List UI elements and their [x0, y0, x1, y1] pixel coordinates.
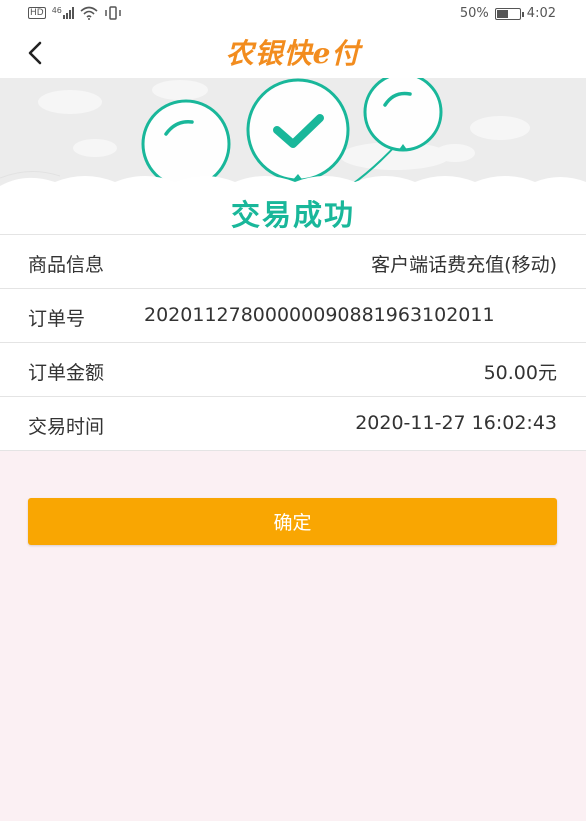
product-info-value: 客户端话费充值(移动)	[371, 254, 557, 276]
status-left: HD 46	[28, 6, 122, 20]
transaction-time-value: 2020-11-27 16:02:43	[355, 412, 557, 434]
order-number-row: 订单号 20201127800000090881963102011	[0, 289, 586, 343]
vibrate-icon	[105, 6, 121, 20]
transaction-time-label: 交易时间	[28, 416, 105, 438]
order-amount-value: 50.00元	[483, 362, 557, 384]
brand-logo: 农银快e付	[225, 37, 361, 70]
battery-percent: 50%	[459, 6, 489, 21]
status-right: 50% 4:02	[460, 6, 556, 21]
signal-icon: 46	[52, 7, 74, 19]
network-type: 46	[51, 6, 62, 15]
chevron-left-icon	[28, 41, 42, 65]
confirm-button[interactable]: 确定	[28, 498, 557, 545]
order-number-label: 订单号	[28, 308, 86, 330]
clock: 4:02	[526, 6, 556, 21]
hd-icon: HD	[28, 7, 46, 19]
order-amount-label: 订单金额	[28, 362, 105, 384]
battery-icon	[494, 7, 524, 20]
success-title: 交易成功	[230, 198, 355, 232]
success-banner: 交易成功	[0, 78, 586, 234]
transaction-time-row: 交易时间 2020-11-27 16:02:43	[0, 397, 586, 451]
order-number-value: 20201127800000090881963102011	[144, 304, 495, 326]
order-details: 商品信息 客户端话费充值(移动) 订单号 2020112780000009088…	[0, 234, 586, 451]
wifi-icon	[80, 6, 98, 20]
product-info-label: 商品信息	[28, 254, 105, 276]
product-info-row: 商品信息 客户端话费充值(移动)	[0, 235, 586, 289]
back-button[interactable]	[20, 36, 54, 70]
nav-bar: 农银快e付	[0, 28, 586, 78]
order-amount-row: 订单金额 50.00元	[0, 343, 586, 397]
status-bar: HD 46 50% 4:02	[0, 0, 586, 28]
